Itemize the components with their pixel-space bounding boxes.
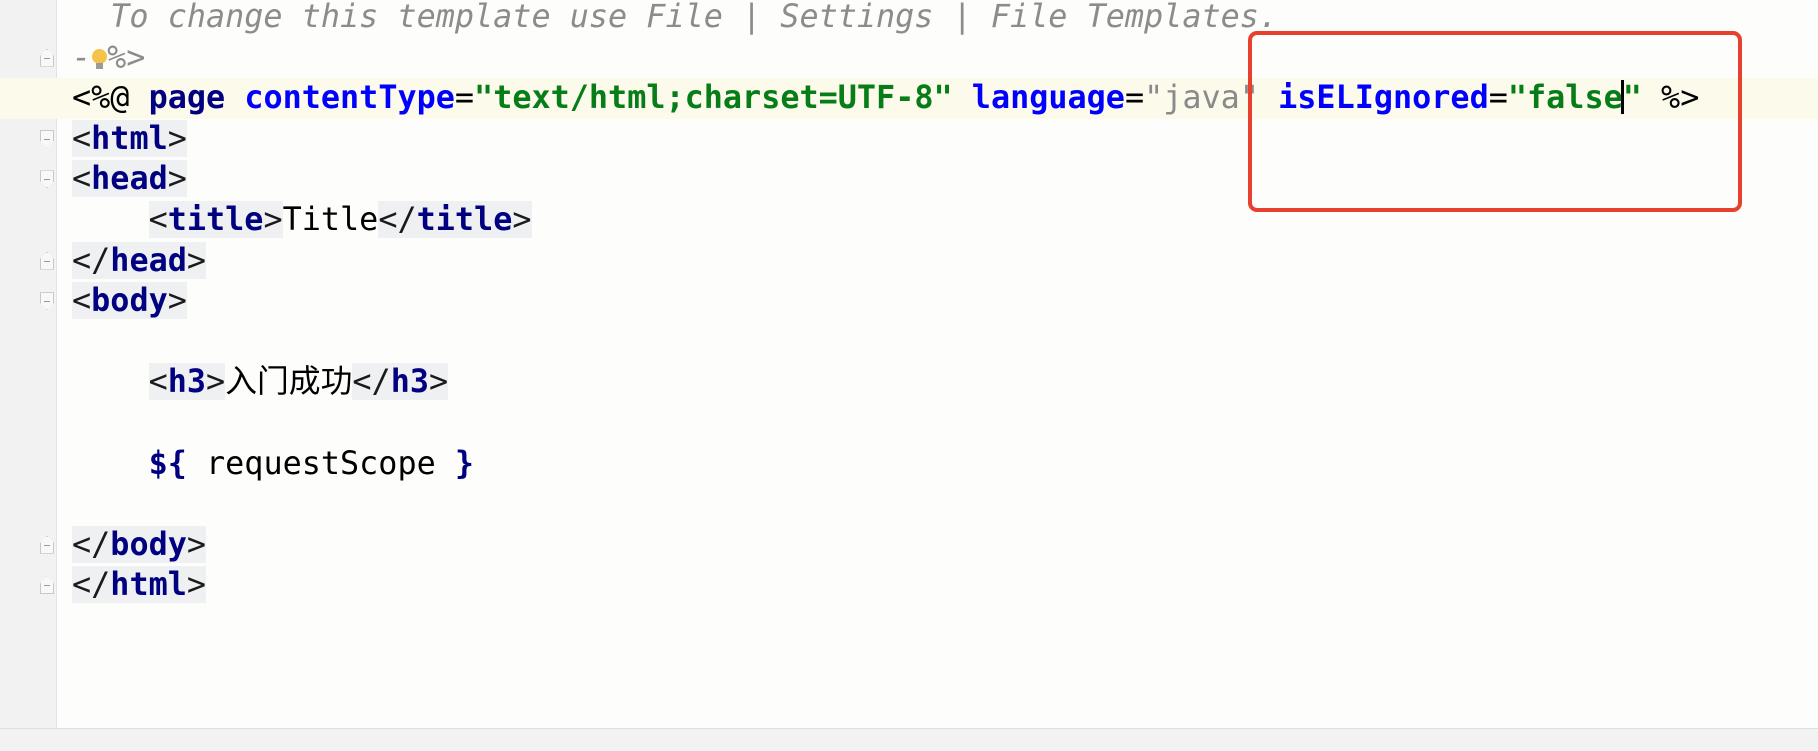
code-token: < [72,282,92,320]
code-token: ${ [148,444,187,482]
code-line[interactable] [0,322,1818,363]
code-token: "java" [1144,79,1259,117]
code-token: </ [72,241,111,279]
code-token: body [110,525,187,563]
code-token: > [186,241,207,279]
code-token: </ [72,566,111,604]
fold-marker-icon[interactable] [40,535,54,554]
code-token: <%@ [72,79,149,117]
code-token: = [1124,79,1145,117]
code-token: contentType [244,79,455,117]
code-line[interactable] [0,403,1818,444]
code-token: title [167,200,264,238]
code-token: > [512,200,532,238]
fold-marker-icon[interactable] [40,251,54,270]
code-line[interactable]: </html> [0,565,1818,606]
code-line[interactable]: ${ requestScope } [0,444,1818,485]
status-bar [0,728,1818,751]
code-token: requestScope [186,444,455,482]
code-token: body [91,282,168,320]
code-line[interactable] [0,484,1818,525]
code-token: To change this template use File | Setti… [72,0,1279,35]
code-token: h3 [167,363,207,401]
code-token: > [263,200,283,238]
code-token: html [91,119,168,157]
code-token: "text/html;charset=UTF-8" [474,79,953,117]
code-token: - [72,38,92,76]
code-line[interactable]: </body> [0,525,1818,566]
code-token: head [110,241,187,279]
annotation-highlight-box [1248,31,1742,212]
code-token: > [167,119,187,157]
code-token: < [72,160,92,198]
code-token: > [428,363,449,401]
code-token: } [454,444,475,482]
code-token: </ [72,525,111,563]
code-line[interactable]: </head> [0,241,1818,282]
code-token: language [971,79,1125,117]
intention-bulb-icon[interactable] [91,48,108,69]
code-token: > [167,160,187,198]
code-token: < [148,363,168,401]
code-token: h3 [390,363,429,401]
fold-marker-icon[interactable] [40,292,54,311]
code-token: > [186,525,207,563]
fold-marker-icon[interactable] [40,48,54,67]
code-token: </ [378,200,417,238]
code-token: = [454,79,475,117]
code-token: head [91,160,168,198]
code-token: Title [282,200,379,238]
fold-marker-icon[interactable] [40,170,54,189]
code-token: > [206,363,226,401]
code-token: %> [107,38,146,76]
code-token: < [148,200,168,238]
code-line[interactable]: <h3>入门成功</h3> [0,362,1818,403]
code-token: </ [352,363,391,401]
code-token: 入门成功 [225,363,353,401]
code-token: page [148,79,226,117]
code-token: title [416,200,513,238]
code-line[interactable]: <body> [0,281,1818,322]
code-token: > [186,566,207,604]
code-token: html [110,566,187,604]
fold-marker-icon[interactable] [40,576,54,595]
code-token: < [72,119,92,157]
fold-marker-icon[interactable] [40,129,54,148]
code-token: > [167,282,187,320]
